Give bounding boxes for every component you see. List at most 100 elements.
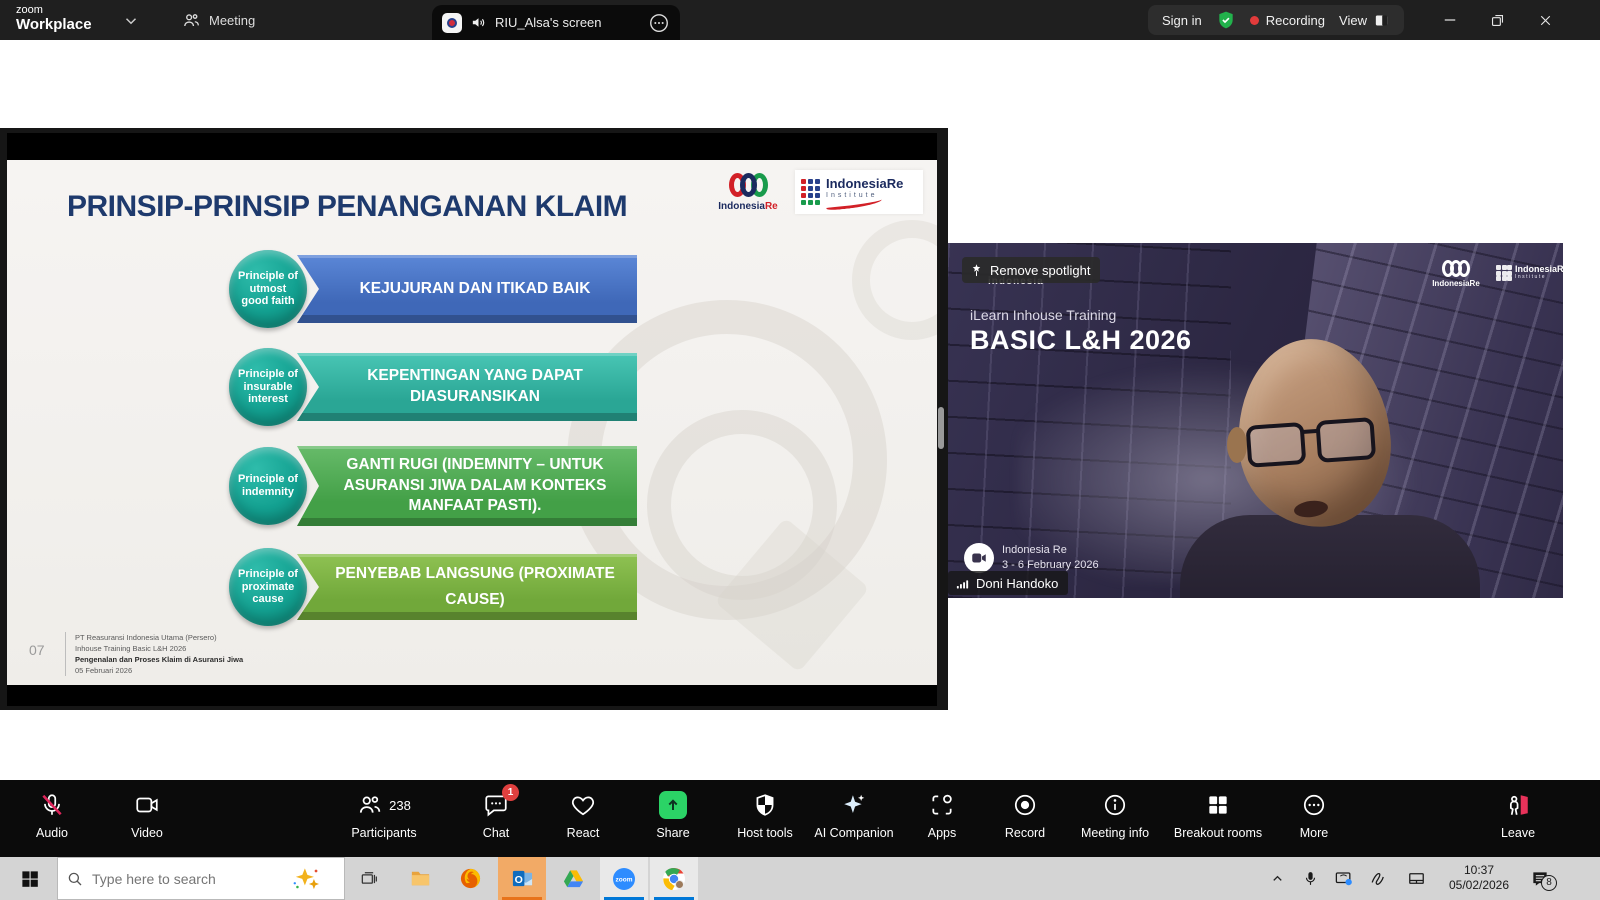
video-logo-suffix: Re bbox=[1470, 279, 1480, 288]
titlebar: zoom Workplace Meeting RIU_Alsa's screen… bbox=[0, 0, 1600, 40]
more-label: More bbox=[1300, 826, 1328, 840]
connection-quality-icon bbox=[955, 576, 970, 591]
taskbar-search[interactable] bbox=[57, 857, 345, 900]
chrome-app-highlight bbox=[650, 857, 698, 900]
slide-page-number: 07 bbox=[29, 642, 45, 658]
maximize-button[interactable] bbox=[1484, 8, 1510, 32]
footer-line: PT Reasuransi Indonesia Utama (Persero) bbox=[75, 632, 243, 643]
mic-muted-icon bbox=[39, 790, 65, 820]
participant-glasses bbox=[1246, 416, 1389, 472]
tab-meeting[interactable]: Meeting bbox=[172, 0, 265, 40]
more-icon bbox=[1301, 790, 1327, 820]
institute-dot-grid-icon bbox=[801, 179, 820, 205]
footer-line: Pengenalan dan Proses Klaim di Asuransi … bbox=[75, 654, 243, 665]
institute-logo-sub: Institute bbox=[826, 192, 903, 199]
logo-text-suffix: Re bbox=[765, 201, 778, 212]
zoom-app-highlight: zoom bbox=[600, 857, 648, 900]
leave-label: Leave bbox=[1501, 826, 1535, 840]
outlook-icon[interactable]: O bbox=[500, 857, 544, 900]
copilot-icon[interactable] bbox=[290, 866, 324, 892]
institute-logo-swoosh bbox=[826, 197, 883, 211]
logo-text-zoom: zoom bbox=[16, 4, 92, 16]
chat-unread-badge: 1 bbox=[502, 784, 519, 801]
tab-meeting-label: Meeting bbox=[209, 13, 255, 28]
leave-icon bbox=[1505, 790, 1531, 820]
video-training-label: iLearn Inhouse Training bbox=[970, 307, 1116, 323]
tab-options-icon[interactable] bbox=[648, 12, 670, 34]
footer-line: Inhouse Training Basic L&H 2026 bbox=[75, 643, 243, 654]
workspace-dropdown-chevron[interactable] bbox=[122, 12, 140, 30]
google-drive-icon[interactable] bbox=[551, 857, 595, 900]
close-button[interactable] bbox=[1532, 8, 1558, 32]
principle-banner: KEPENTINGAN YANG DAPAT DIASURANSIKAN bbox=[297, 353, 637, 421]
more-button[interactable]: More bbox=[1254, 790, 1374, 840]
shield-checker-icon bbox=[752, 790, 778, 820]
principle-circle: Principle of utmost good faith bbox=[229, 250, 307, 328]
institute-dot-grid-icon bbox=[1496, 265, 1511, 280]
record-label: Record bbox=[1005, 826, 1045, 840]
video-institute-logo: IndonesiaRe Institute bbox=[1496, 265, 1563, 280]
recording-indicator[interactable]: Recording bbox=[1250, 13, 1325, 28]
participant-body bbox=[1180, 515, 1480, 598]
remove-spotlight-label: Remove spotlight bbox=[990, 263, 1090, 278]
react-label: React bbox=[567, 826, 600, 840]
tray-mic-icon[interactable] bbox=[1295, 857, 1325, 900]
file-explorer-icon[interactable] bbox=[398, 857, 442, 900]
view-button[interactable]: View bbox=[1339, 12, 1390, 29]
tray-cast-icon[interactable] bbox=[1328, 857, 1358, 900]
notification-center-button[interactable]: 8 bbox=[1522, 857, 1558, 900]
task-view-button[interactable] bbox=[349, 857, 389, 900]
video-institute-suffix: Re bbox=[1557, 264, 1563, 274]
principle-row: Principle of proximate cause PENYEBAB LA… bbox=[7, 548, 937, 626]
remove-spotlight-button[interactable]: Remove spotlight bbox=[962, 257, 1100, 283]
apps-icon bbox=[929, 790, 955, 820]
meeting-info-label: Meeting info bbox=[1081, 826, 1149, 840]
taskbar-clock[interactable]: 10:37 05/02/2026 bbox=[1443, 857, 1515, 900]
host-tools-label: Host tools bbox=[737, 826, 793, 840]
leave-button[interactable]: Leave bbox=[1458, 790, 1578, 840]
tab-shared-screen-label: RIU_Alsa's screen bbox=[495, 15, 640, 30]
ai-sparkle-icon bbox=[841, 790, 867, 820]
sign-in-button[interactable]: Sign in bbox=[1162, 13, 1202, 28]
shared-screen-view[interactable]: PRINSIP-PRINSIP PENANGANAN KLAIM Indones… bbox=[0, 128, 948, 710]
meeting-info-button[interactable]: Meeting info bbox=[1055, 790, 1175, 840]
panel-resize-handle[interactable] bbox=[938, 407, 944, 449]
tray-expand-chevron[interactable] bbox=[1262, 857, 1292, 900]
record-icon bbox=[1012, 790, 1038, 820]
footer-divider bbox=[65, 632, 66, 676]
minimize-button[interactable] bbox=[1437, 8, 1463, 32]
spotlight-pin-icon bbox=[969, 263, 984, 278]
security-shield-icon[interactable] bbox=[1216, 10, 1236, 30]
tray-ink-icon[interactable] bbox=[1362, 857, 1394, 900]
principle-row: Principle of indemnity GANTI RUGI (INDEM… bbox=[7, 446, 937, 526]
info-icon bbox=[1102, 790, 1128, 820]
zoom-app-icon[interactable]: zoom bbox=[602, 857, 646, 900]
meeting-toolbar: Audio Video 238 Participants bbox=[0, 780, 1600, 857]
windows-taskbar: O zoom bbox=[0, 857, 1600, 900]
chrome-icon[interactable] bbox=[652, 857, 696, 900]
video-button[interactable]: Video bbox=[87, 790, 207, 840]
indonesia-re-institute-logo: IndonesiaRe Institute bbox=[795, 170, 923, 214]
principle-banner: GANTI RUGI (INDEMNITY – UNTUK ASURANSI J… bbox=[297, 446, 637, 526]
participants-button[interactable]: 238 Participants bbox=[324, 790, 444, 840]
firefox-icon[interactable] bbox=[448, 857, 492, 900]
participants-icon bbox=[182, 11, 201, 30]
apps-label: Apps bbox=[928, 826, 957, 840]
shared-app-icon bbox=[442, 13, 462, 33]
speaker-icon bbox=[470, 14, 487, 31]
svg-text:zoom: zoom bbox=[616, 876, 633, 883]
participant-video-tile[interactable]: indonesia Remove spotlight iLearn Inhous… bbox=[948, 243, 1563, 598]
share-screen-icon bbox=[659, 791, 687, 819]
participant-name-tag: Doni Handoko bbox=[948, 571, 1068, 595]
audio-label: Audio bbox=[36, 826, 68, 840]
video-institute-text: Indonesia bbox=[1515, 264, 1557, 274]
tray-touchpad-icon[interactable] bbox=[1400, 857, 1432, 900]
slide-title: PRINSIP-PRINSIP PENANGANAN KLAIM bbox=[67, 190, 627, 224]
video-indonesia-re-logo: IndonesiaRe bbox=[1426, 259, 1486, 288]
tab-shared-screen[interactable]: RIU_Alsa's screen bbox=[432, 5, 680, 40]
principle-banner: PENYEBAB LANGSUNG (PROXIMATE CAUSE) bbox=[297, 554, 637, 620]
principle-circle: Principle of indemnity bbox=[229, 447, 307, 525]
start-button[interactable] bbox=[10, 857, 48, 900]
search-input[interactable] bbox=[92, 871, 282, 887]
titlebar-status-group: Sign in Recording View bbox=[1148, 5, 1404, 35]
